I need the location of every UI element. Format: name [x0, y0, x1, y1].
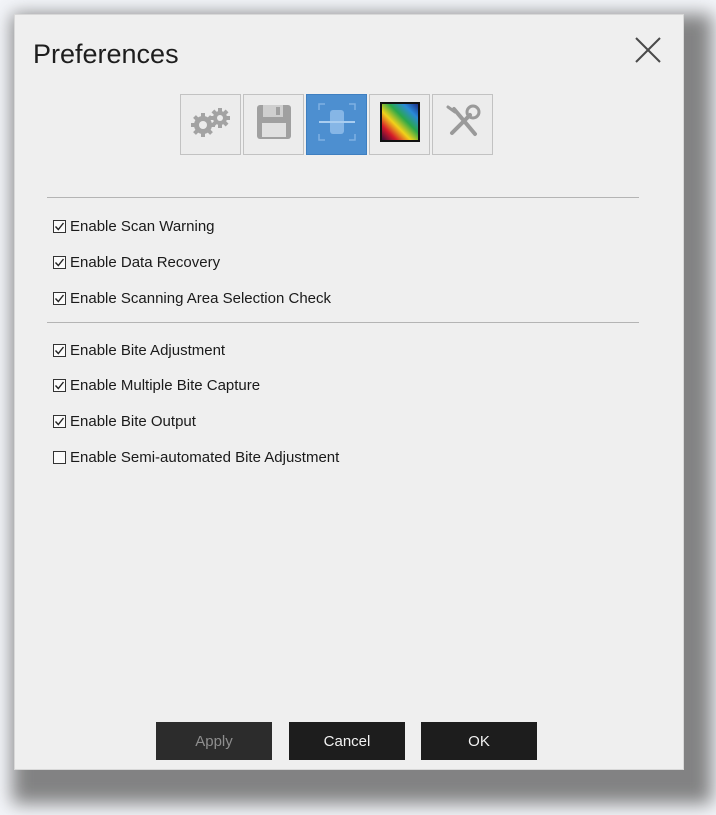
preferences-dialog: Preferences Enable Scan Warning Enable D… [14, 14, 684, 770]
checkbox[interactable] [53, 344, 66, 357]
tab-general[interactable] [180, 94, 241, 155]
tab-save[interactable] [243, 94, 304, 155]
tab-tools[interactable] [432, 94, 493, 155]
scan-area-icon [315, 100, 359, 149]
option-bite-adjustment[interactable]: Enable Bite Adjustment [53, 342, 225, 359]
dialog-title: Preferences [33, 39, 179, 69]
floppy-disk-icon [254, 102, 294, 147]
option-data-recovery[interactable]: Enable Data Recovery [53, 254, 220, 271]
tab-color[interactable] [369, 94, 430, 155]
option-scan-warning[interactable]: Enable Scan Warning [53, 218, 215, 235]
checkbox[interactable] [53, 379, 66, 392]
cancel-button[interactable]: Cancel [289, 722, 405, 760]
ok-button[interactable]: OK [421, 722, 537, 760]
option-label: Enable Semi-automated Bite Adjustment [70, 449, 340, 466]
option-label: Enable Scanning Area Selection Check [70, 290, 332, 307]
section-divider-middle [47, 322, 639, 323]
checkbox[interactable] [53, 292, 66, 305]
option-bite-output[interactable]: Enable Bite Output [53, 413, 196, 430]
close-icon[interactable] [631, 33, 665, 67]
option-scanning-area-check[interactable]: Enable Scanning Area Selection Check [53, 290, 331, 307]
apply-button[interactable]: Apply [156, 722, 272, 760]
preferences-tabs [180, 94, 495, 155]
checkbox[interactable] [53, 415, 66, 428]
option-label: Enable Bite Output [70, 413, 196, 430]
gears-icon [188, 105, 234, 144]
tools-icon [441, 100, 485, 149]
section-divider-top [47, 197, 639, 198]
checkbox[interactable] [53, 220, 66, 233]
option-multiple-bite-capture[interactable]: Enable Multiple Bite Capture [53, 377, 260, 394]
option-label: Enable Data Recovery [70, 254, 221, 271]
option-label: Enable Scan Warning [70, 218, 215, 235]
option-label: Enable Multiple Bite Capture [70, 377, 261, 394]
tab-scan[interactable] [306, 94, 367, 155]
checkbox[interactable] [53, 256, 66, 269]
color-gradient-icon [378, 100, 422, 149]
option-semi-automated-bite-adjustment[interactable]: Enable Semi-automated Bite Adjustment [53, 449, 339, 466]
checkbox[interactable] [53, 451, 66, 464]
option-label: Enable Bite Adjustment [70, 342, 226, 359]
